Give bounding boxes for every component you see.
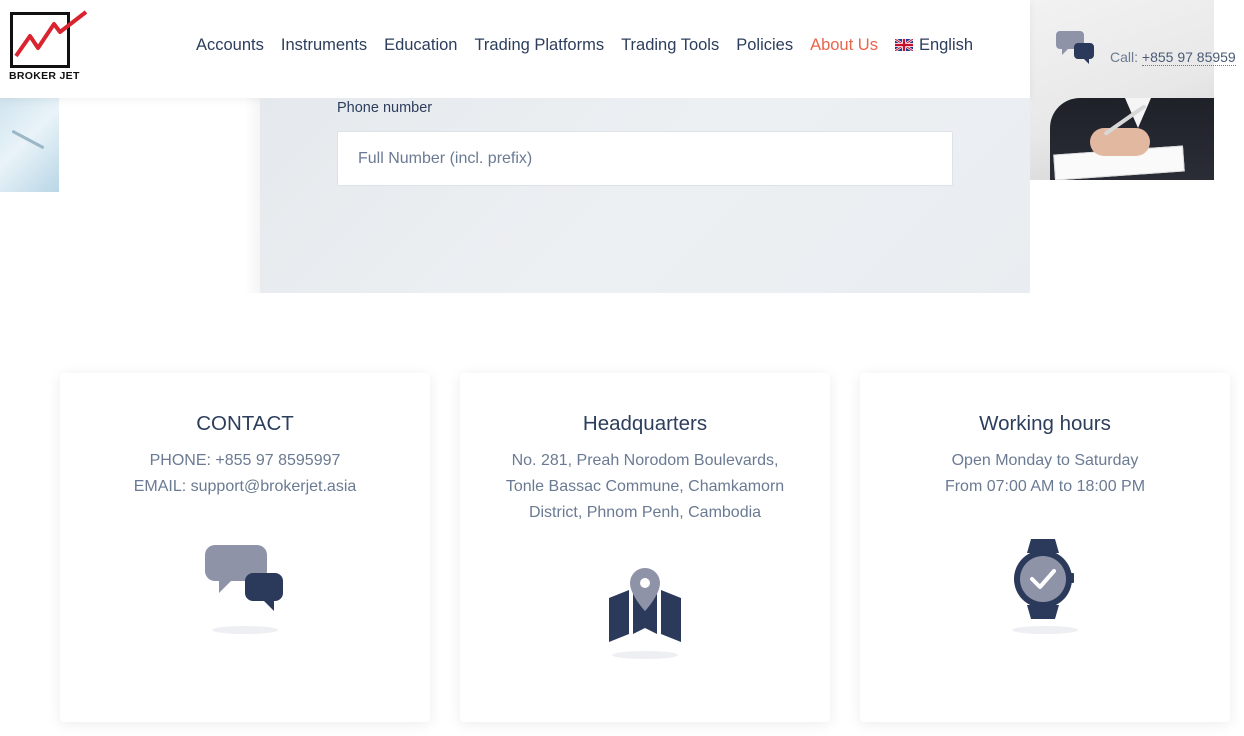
card-text: No. 281, Preah Norodom Boulevards, Tonle… — [460, 448, 830, 526]
contact-form-panel — [260, 98, 1030, 293]
map-pin-icon — [609, 568, 681, 642]
header-contact: Call: +855 97 85959 — [1030, 0, 1244, 98]
phone-number-input[interactable] — [337, 131, 953, 186]
card-text: Open Monday to Saturday From 07:00 AM to… — [860, 448, 1230, 500]
watch-icon — [1014, 539, 1074, 619]
logo-chart-icon — [14, 10, 88, 58]
call-info: Call: +855 97 85959 — [1110, 49, 1236, 66]
language-label: English — [918, 36, 974, 54]
brand-logo[interactable]: BROKER JET — [8, 10, 88, 84]
address-line: Tonle Bassac Commune, Chamkamorn — [505, 478, 785, 495]
nav-item-instruments[interactable]: Instruments — [281, 36, 367, 55]
nav-item-trading-tools[interactable]: Trading Tools — [621, 36, 719, 55]
call-number-link[interactable]: +855 97 85959 — [1141, 49, 1236, 66]
nav-item-accounts[interactable]: Accounts — [196, 36, 264, 55]
brand-logo-text: BROKER JET — [9, 70, 80, 82]
card-title: CONTACT — [196, 412, 294, 435]
contact-email: EMAIL: support@brokerjet.asia — [133, 478, 357, 495]
card-text: PHONE: +855 97 8595997 EMAIL: support@br… — [60, 448, 430, 500]
card-title: Working hours — [979, 412, 1111, 435]
chat-icon[interactable] — [1056, 29, 1096, 65]
main-nav: Accounts Instruments Education Trading P… — [196, 36, 973, 55]
chat-bubbles-icon — [205, 545, 283, 611]
phone-number-label: Phone number — [337, 100, 433, 116]
call-label: Call: — [1110, 49, 1139, 65]
site-header: BROKER JET Accounts Instruments Educatio… — [0, 0, 1030, 98]
nav-item-trading-platforms[interactable]: Trading Platforms — [474, 36, 604, 55]
address-line: District, Phnom Penh, Cambodia — [528, 504, 762, 521]
nav-item-policies[interactable]: Policies — [736, 36, 793, 55]
headquarters-card: Headquarters No. 281, Preah Norodom Boul… — [460, 373, 830, 722]
uk-flag-icon — [894, 39, 913, 51]
language-selector[interactable]: English — [894, 36, 974, 55]
card-title: Headquarters — [582, 412, 708, 435]
nav-item-about-us[interactable]: About Us — [810, 36, 878, 55]
contact-phone: PHONE: +855 97 8595997 — [149, 452, 341, 469]
hours-time: From 07:00 AM to 18:00 PM — [944, 478, 1146, 495]
nav-item-education[interactable]: Education — [384, 36, 457, 55]
working-hours-card: Working hours Open Monday to Saturday Fr… — [860, 373, 1230, 722]
background-photo-left — [0, 98, 59, 192]
address-line: No. 281, Preah Norodom Boulevards, — [511, 452, 779, 469]
contact-card: CONTACT PHONE: +855 97 8595997 EMAIL: su… — [60, 373, 430, 722]
hours-days: Open Monday to Saturday — [951, 452, 1139, 469]
